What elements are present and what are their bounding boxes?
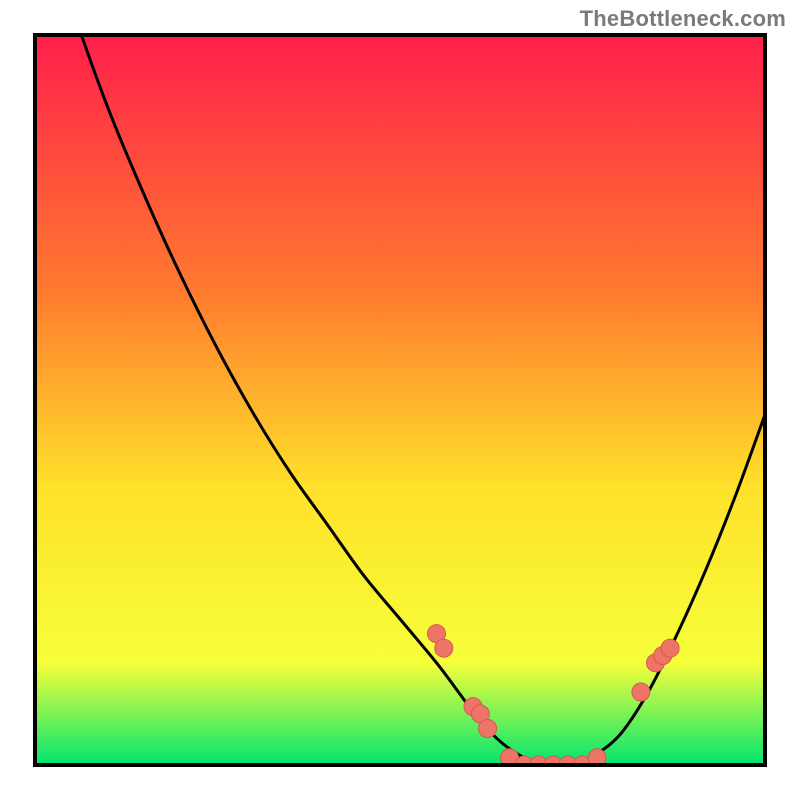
bottleneck-chart <box>0 0 800 800</box>
data-dot <box>632 683 650 701</box>
data-dot <box>479 720 497 738</box>
data-dot <box>661 639 679 657</box>
watermark-label: TheBottleneck.com <box>580 6 786 32</box>
data-dot <box>435 639 453 657</box>
chart-stage: TheBottleneck.com <box>0 0 800 800</box>
